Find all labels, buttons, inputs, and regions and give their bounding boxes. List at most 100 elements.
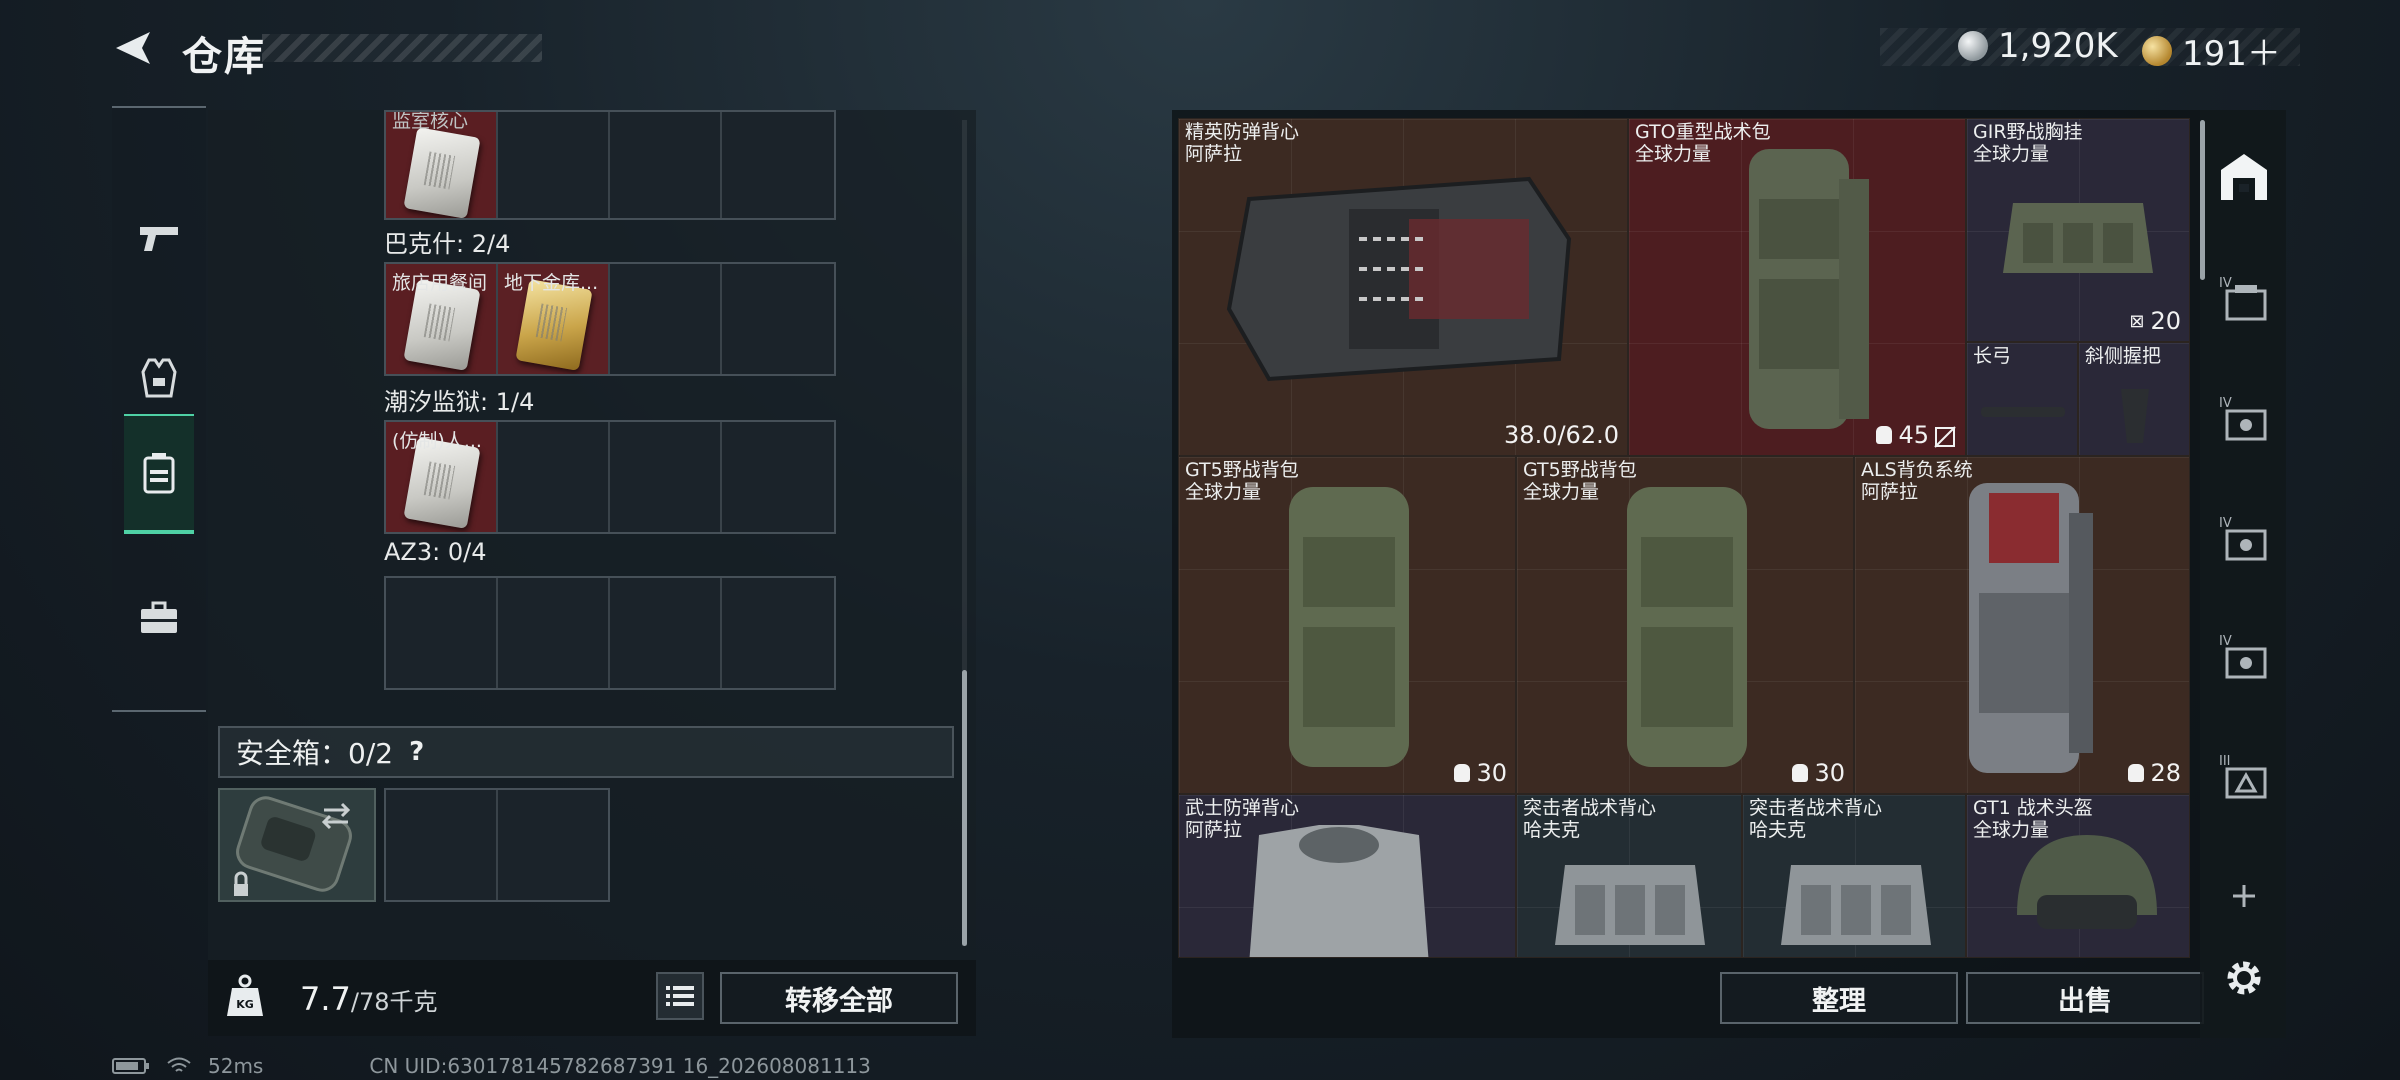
section-label: 巴克什: 2/4 bbox=[384, 230, 511, 258]
slot-item[interactable]: 旅店用餐间 bbox=[386, 264, 498, 374]
bag-icon bbox=[2128, 764, 2145, 782]
weight-capacity: /78千克 bbox=[350, 988, 438, 1016]
list-icon bbox=[666, 986, 694, 1006]
slot-item[interactable]: 监室核心 bbox=[386, 112, 498, 218]
item-gir-rig[interactable]: GIR野战胸挂 全球力量 ⊠ 20 bbox=[1966, 118, 2190, 342]
item-gto-pack[interactable]: GTO重型战术包 全球力量 45 bbox=[1628, 118, 1966, 456]
tier-label: IV bbox=[2219, 276, 2232, 291]
empty-slot[interactable] bbox=[722, 578, 834, 688]
item-label: (仿制)人... bbox=[392, 430, 482, 452]
lock-icon bbox=[234, 884, 248, 896]
ping-value: 52ms bbox=[208, 1054, 264, 1078]
settings-button[interactable] bbox=[2214, 948, 2274, 1008]
storage-tier-icon: IV bbox=[2219, 396, 2267, 441]
empty-slot[interactable] bbox=[722, 112, 834, 218]
silver-coin-icon bbox=[1958, 31, 1988, 61]
empty-slot[interactable] bbox=[498, 578, 610, 688]
durability-value: 38.0/62.0 bbox=[1504, 421, 1619, 449]
slot-item[interactable]: 地下金库... bbox=[498, 264, 610, 374]
backpack-image bbox=[1627, 487, 1747, 767]
tab-warehouse-iv-3[interactable]: IV bbox=[2214, 508, 2274, 568]
item-samurai-vest[interactable]: 武士防弹背心 阿萨拉 bbox=[1178, 794, 1516, 958]
item-als-system[interactable]: ALS背负系统 阿萨拉 28 bbox=[1854, 456, 2190, 794]
tier-label: IV bbox=[2219, 516, 2232, 531]
item-gt1-helmet[interactable]: GT1 战术头盔 全球力量 bbox=[1966, 794, 2190, 958]
help-icon[interactable]: ? bbox=[409, 737, 424, 767]
empty-slot[interactable] bbox=[386, 790, 498, 900]
weight-value: 7.7/78千克 bbox=[300, 980, 438, 1018]
bag-icon bbox=[1792, 764, 1809, 782]
item-title: 突击者战术背心 bbox=[1749, 797, 1883, 819]
empty-slot[interactable] bbox=[722, 422, 834, 532]
empty-slot[interactable] bbox=[610, 112, 722, 218]
slot-item[interactable]: (仿制)人... bbox=[386, 422, 498, 532]
item-title: 斜侧握把 bbox=[2085, 345, 2162, 367]
capacity-value: 28 bbox=[2150, 759, 2181, 787]
empty-slot[interactable] bbox=[722, 264, 834, 374]
item-gt5-pack[interactable]: GT5野战背包 全球力量 30 bbox=[1516, 456, 1854, 794]
item-angled-grip[interactable]: 斜侧握把 bbox=[2078, 342, 2190, 456]
item-faction: 全球力量 bbox=[1185, 481, 1262, 503]
empty-slot[interactable] bbox=[498, 112, 610, 218]
capacity-value: 30 bbox=[1814, 759, 1845, 787]
rail-scrollbar[interactable] bbox=[2200, 120, 2205, 280]
item-longbow[interactable]: 长弓 bbox=[1966, 342, 2078, 456]
item-title: GTO重型战术包 bbox=[1635, 121, 1771, 143]
tier-label: III bbox=[2219, 754, 2231, 769]
item-faction: 全球力量 bbox=[1523, 481, 1600, 503]
gold-currency[interactable]: 191＋ bbox=[2142, 26, 2281, 75]
vest-image bbox=[1555, 865, 1705, 945]
tab-containers[interactable] bbox=[124, 414, 194, 534]
item-name: 突击者战术背心 哈夫克 bbox=[1523, 797, 1656, 841]
tab-warehouse-iii[interactable]: III bbox=[2214, 746, 2274, 806]
tab-warehouse-iv-4[interactable]: IV bbox=[2214, 626, 2274, 686]
sort-button[interactable]: 整理 bbox=[1720, 972, 1958, 1024]
gold-amount: 191＋ bbox=[2182, 34, 2281, 74]
transfer-all-button[interactable]: 转移全部 bbox=[720, 972, 958, 1024]
item-name: GT5野战背包 全球力量 bbox=[1185, 459, 1299, 503]
capacity: 30 bbox=[1454, 759, 1507, 787]
item-label: 监室核心 bbox=[392, 112, 469, 132]
weight-current: 7.7 bbox=[300, 980, 351, 1018]
no-insurance-icon bbox=[1934, 426, 1956, 448]
empty-slot[interactable] bbox=[498, 790, 608, 900]
tab-weapons[interactable] bbox=[124, 178, 194, 298]
safe-box-empty-slots bbox=[384, 788, 610, 902]
item-elite-vest[interactable]: 精英防弹背心 阿萨拉 38.0/62.0 bbox=[1178, 118, 1628, 456]
backpack-image bbox=[1969, 483, 2093, 773]
tab-tools[interactable] bbox=[124, 558, 194, 678]
item-name: GIR野战胸挂 全球力量 bbox=[1973, 121, 2083, 165]
item-faction: 全球力量 bbox=[1973, 143, 2050, 165]
silver-currency[interactable]: 1,920K bbox=[1958, 26, 2118, 66]
safe-box-slot[interactable] bbox=[218, 788, 376, 902]
item-faction: 阿萨拉 bbox=[1861, 481, 1919, 503]
gear-icon bbox=[2227, 961, 2261, 995]
tab-warehouse-iv-2[interactable]: IV bbox=[2214, 388, 2274, 448]
item-title: 精英防弹背心 bbox=[1185, 121, 1300, 143]
scrollbar[interactable] bbox=[962, 670, 967, 946]
tab-warehouse-main[interactable] bbox=[2214, 146, 2274, 206]
tab-warehouse-iv-1[interactable]: IV bbox=[2214, 268, 2274, 328]
item-gt5-pack[interactable]: GT5野战背包 全球力量 30 bbox=[1178, 456, 1516, 794]
empty-slot[interactable] bbox=[610, 264, 722, 374]
page-title: 仓库 bbox=[182, 34, 266, 80]
empty-slot[interactable] bbox=[610, 578, 722, 688]
item-assault-vest[interactable]: 突击者战术背心 哈夫克 bbox=[1742, 794, 1966, 958]
item-assault-vest[interactable]: 突击者战术背心 哈夫克 bbox=[1516, 794, 1742, 958]
backpack-image bbox=[1749, 149, 1869, 429]
list-view-button[interactable] bbox=[656, 972, 704, 1020]
item-faction: 哈夫克 bbox=[1749, 819, 1807, 841]
item-name: GTO重型战术包 全球力量 bbox=[1635, 121, 1771, 165]
user-uid: CN UID:630178145782687391 16_20260808111… bbox=[369, 1054, 871, 1078]
back-button[interactable] bbox=[110, 28, 156, 68]
capacity-value: 20 bbox=[2150, 307, 2181, 335]
case-icon bbox=[143, 453, 175, 494]
capacity-value: 30 bbox=[1476, 759, 1507, 787]
empty-slot[interactable] bbox=[386, 578, 498, 688]
sell-button[interactable]: 出售 bbox=[1966, 972, 2204, 1024]
empty-slot[interactable] bbox=[610, 422, 722, 532]
plus-icon bbox=[2233, 885, 2255, 907]
empty-slot[interactable] bbox=[498, 422, 610, 532]
title-decoration bbox=[262, 34, 542, 62]
add-storage-button[interactable] bbox=[2214, 866, 2274, 926]
